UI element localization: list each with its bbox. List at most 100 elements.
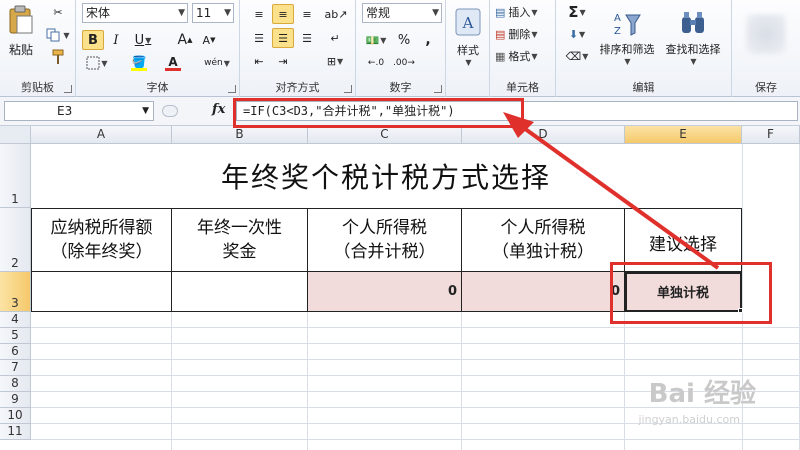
delete-label: 删除 (508, 28, 531, 41)
autosum-button[interactable]: Σ ▼ (562, 3, 592, 21)
delete-button[interactable]: ▤ 删除 ▼ (494, 25, 554, 43)
name-box[interactable]: E3 ▼ (4, 101, 154, 121)
column-header-a[interactable]: A (31, 126, 172, 144)
find-select-label: 查找和选择 (665, 42, 721, 56)
percent-button[interactable]: % (394, 30, 414, 50)
font-family-select[interactable]: 宋体 ▼ (82, 3, 188, 23)
select-all-button[interactable] (0, 126, 31, 144)
decrease-indent-button[interactable]: ⇤ (248, 52, 270, 70)
row-header-9[interactable]: 9 (0, 392, 31, 408)
delete-row-icon: ▤ (495, 27, 506, 41)
row-header-5[interactable]: 5 (0, 328, 31, 344)
bold-label: B (88, 32, 98, 48)
number-launcher[interactable] (434, 85, 442, 93)
column-header-b[interactable]: B (172, 126, 308, 144)
clear-button[interactable]: ⌫ ▼ (562, 47, 592, 65)
editing-group-label: 编辑 (632, 81, 655, 94)
increase-decimal-button[interactable]: ←.0 (364, 54, 388, 72)
merge-center-button[interactable]: ⊞ ▼ (320, 52, 350, 70)
header-line: 应纳税所得额 (50, 218, 153, 238)
align-center-button[interactable]: ☰ (272, 28, 294, 48)
format-button[interactable]: ▦ 格式 ▼ (494, 47, 554, 65)
insert-button[interactable]: ▤ 插入 ▼ (494, 3, 554, 21)
sort-filter-button[interactable]: A Z 排序和筛选 ▼ (596, 2, 658, 72)
comma-button[interactable]: , (418, 30, 438, 50)
format-painter-button[interactable] (44, 48, 72, 66)
row-label: 3 (11, 296, 19, 310)
wrap-text-button[interactable]: ↵ (324, 28, 346, 48)
borders-button[interactable]: ▼ (82, 54, 112, 72)
align-left-button[interactable]: ☰ (248, 28, 270, 48)
paste-button[interactable]: 粘贴 (3, 2, 39, 60)
decrease-decimal-icon: .00→ (393, 58, 415, 68)
align-bottom-button[interactable]: ≡ (296, 4, 318, 24)
decrease-font-button[interactable]: A ▼ (198, 30, 220, 50)
column-header-e[interactable]: E (625, 126, 742, 144)
align-top-button[interactable]: ≡ (248, 4, 270, 24)
align-middle-button[interactable]: ≡ (272, 4, 294, 24)
decrease-indent-icon: ⇤ (254, 54, 264, 68)
orientation-button[interactable]: ab↗ (322, 4, 350, 24)
column-label: F (767, 127, 774, 141)
row-header-2[interactable]: 2 (0, 208, 31, 272)
column-label: A (96, 127, 106, 141)
row-header-3[interactable]: 3 (0, 272, 31, 312)
row-header-10[interactable]: 10 (0, 408, 31, 424)
orientation-icon: ab↗ (324, 7, 348, 21)
bold-button[interactable]: B (82, 30, 104, 50)
underline-button[interactable]: U ▼ (128, 30, 158, 50)
gridline (31, 439, 800, 440)
font-size-select[interactable]: 11 ▼ (192, 3, 234, 23)
row-header-1[interactable]: 1 (0, 144, 31, 208)
formula-bar-resize-handle[interactable] (162, 105, 178, 117)
insert-function-button[interactable]: fx (212, 102, 225, 117)
gridline (461, 312, 462, 450)
increase-font-button[interactable]: A ▲ (174, 30, 196, 50)
gridline (31, 343, 800, 344)
alignment-group-label: 对齐方式 (275, 81, 320, 94)
column-header-f[interactable]: F (742, 126, 800, 144)
clipboard-launcher[interactable] (64, 85, 72, 93)
number-format-select[interactable]: 常规 ▼ (362, 3, 442, 23)
cell-b3[interactable] (172, 272, 308, 312)
row-label: 1 (11, 192, 19, 206)
italic-button[interactable]: I (106, 30, 126, 50)
editing-group: Σ ▼ ⬇ ▼ ⌫ ▼ A Z 排序和筛选 ▼ 查找和选择 ▼ 编辑 (556, 0, 732, 97)
row-header-11[interactable]: 11 (0, 424, 31, 440)
row-header-7[interactable]: 7 (0, 360, 31, 376)
column-header-c[interactable]: C (308, 126, 462, 144)
sheet-title[interactable]: 年终奖个税计税方式选择 (31, 144, 741, 208)
cell-d3[interactable]: 0 (462, 272, 625, 312)
find-select-button[interactable]: 查找和选择 ▼ (660, 2, 726, 72)
row-header-4[interactable]: 4 (0, 312, 31, 328)
font-group: 宋体 ▼ 11 ▼ B I U ▼ A ▲ A ▼ ▼ 🪣 A wén ▼ 字体 (76, 0, 240, 97)
svg-text:A: A (462, 14, 474, 32)
alignment-launcher[interactable] (344, 85, 352, 93)
header-cell-c2[interactable]: 个人所得税 （合并计税） (308, 208, 462, 272)
phonetic-button[interactable]: wén ▼ (200, 54, 234, 72)
copy-button[interactable]: ▼ (44, 26, 72, 44)
format-label: 格式 (508, 50, 531, 63)
save-button[interactable] (742, 10, 790, 58)
fill-color-button[interactable]: 🪣 (124, 54, 154, 72)
header-line: （单独计税） (492, 242, 594, 262)
chevron-down-icon: ▼ (142, 106, 149, 116)
header-cell-d2[interactable]: 个人所得税 （单独计税） (462, 208, 625, 272)
row-header-8[interactable]: 8 (0, 376, 31, 392)
header-cell-b2[interactable]: 年终一次性 奖金 (172, 208, 308, 272)
font-color-button[interactable]: A (158, 54, 188, 72)
fill-button[interactable]: ⬇ ▼ (562, 25, 592, 43)
cell-a3[interactable] (31, 272, 172, 312)
column-header-d[interactable]: D (462, 126, 625, 144)
cut-button[interactable]: ✂ (44, 3, 72, 21)
styles-button[interactable]: A 样式 ▼ (448, 2, 488, 72)
increase-decimal-icon: ←.0 (367, 58, 385, 68)
increase-indent-button[interactable]: ⇥ (272, 52, 294, 70)
decrease-decimal-button[interactable]: .00→ (392, 54, 416, 72)
header-cell-a2[interactable]: 应纳税所得额 （除年终奖） (31, 208, 172, 272)
currency-button[interactable]: 💵 ▼ (362, 30, 390, 50)
font-launcher[interactable] (228, 85, 236, 93)
align-right-button[interactable]: ☰ (296, 28, 318, 48)
cell-c3[interactable]: 0 (308, 272, 462, 312)
row-header-6[interactable]: 6 (0, 344, 31, 360)
